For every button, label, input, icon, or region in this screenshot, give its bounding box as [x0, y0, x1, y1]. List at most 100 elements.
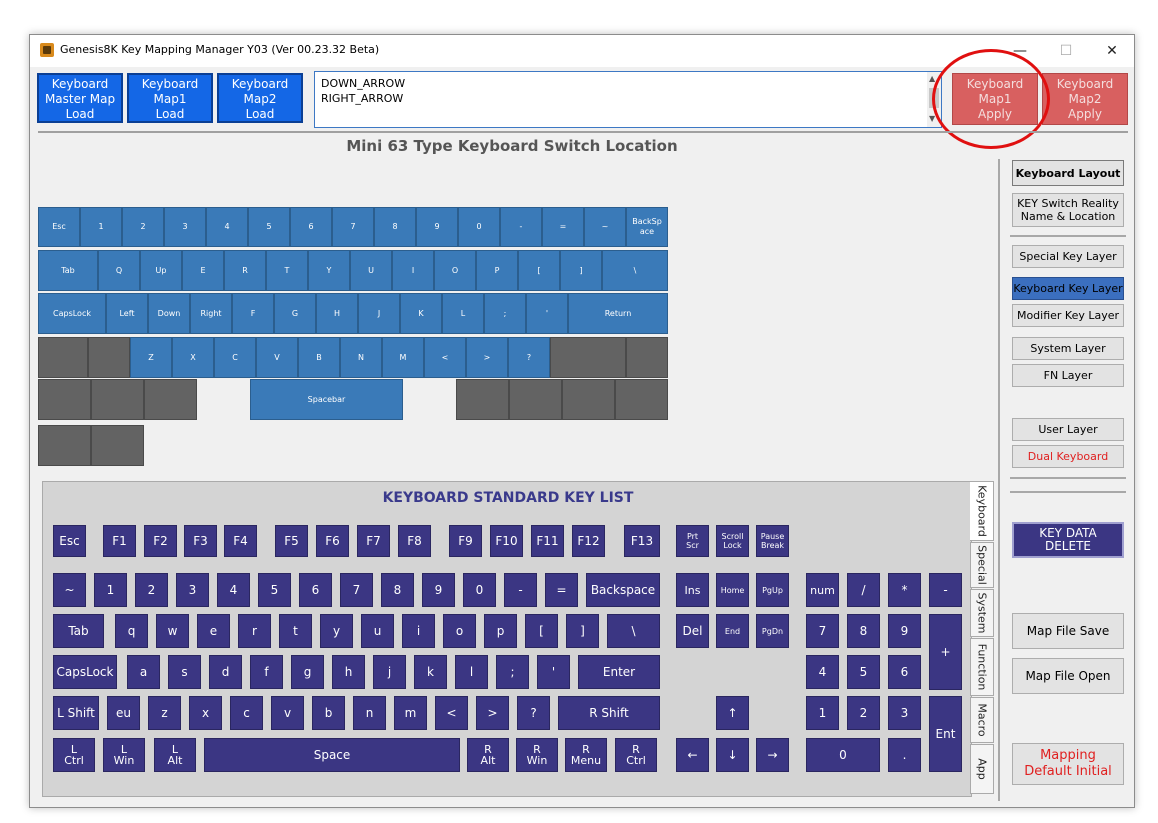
- std-key-f6[interactable]: F6: [316, 525, 349, 557]
- std-key-f13[interactable]: F13: [624, 525, 660, 557]
- layout-key[interactable]: R: [224, 250, 266, 291]
- std-key-num3[interactable]: 3: [888, 696, 921, 730]
- std-key[interactable]: 0: [463, 573, 496, 607]
- std-key[interactable]: 5: [258, 573, 291, 607]
- std-key[interactable]: d: [209, 655, 242, 689]
- map1-load-button[interactable]: Keyboard Map1 Load: [127, 73, 213, 123]
- layout-key[interactable]: Y: [308, 250, 350, 291]
- std-key-num-multiply[interactable]: *: [888, 573, 921, 607]
- tab-function[interactable]: Function: [970, 638, 994, 696]
- std-key-numlock[interactable]: num: [806, 573, 839, 607]
- layout-key[interactable]: 9: [416, 207, 458, 247]
- std-key-capslock[interactable]: CapsLock: [53, 655, 117, 689]
- std-key[interactable]: <: [435, 696, 468, 730]
- close-button[interactable]: ✕: [1090, 35, 1134, 67]
- layout-key[interactable]: 8: [374, 207, 416, 247]
- std-key[interactable]: w: [156, 614, 189, 648]
- layout-key[interactable]: 7: [332, 207, 374, 247]
- std-key[interactable]: q: [115, 614, 148, 648]
- layout-key[interactable]: Esc: [38, 207, 80, 247]
- std-key[interactable]: 2: [135, 573, 168, 607]
- layout-key[interactable]: M: [382, 337, 424, 378]
- std-key[interactable]: -: [504, 573, 537, 607]
- std-key[interactable]: v: [271, 696, 304, 730]
- map-file-save-button[interactable]: Map File Save: [1012, 613, 1124, 649]
- key-switch-reality-button[interactable]: KEY Switch Reality Name & Location: [1012, 193, 1124, 227]
- layout-key[interactable]: L: [442, 293, 484, 334]
- layout-key[interactable]: [: [518, 250, 560, 291]
- std-key-f2[interactable]: F2: [144, 525, 177, 557]
- layout-key[interactable]: Spacebar: [250, 379, 403, 420]
- std-key-end[interactable]: End: [716, 614, 749, 648]
- std-key-num5[interactable]: 5: [847, 655, 880, 689]
- layout-key[interactable]: J: [358, 293, 400, 334]
- layout-key[interactable]: P: [476, 250, 518, 291]
- std-key-down-arrow[interactable]: ↓: [716, 738, 749, 772]
- std-key[interactable]: [: [525, 614, 558, 648]
- std-key[interactable]: 8: [381, 573, 414, 607]
- layout-key[interactable]: Down: [148, 293, 190, 334]
- std-key-esc[interactable]: Esc: [53, 525, 86, 557]
- std-key-num-enter[interactable]: Ent: [929, 696, 962, 772]
- std-key-pause[interactable]: Pause Break: [756, 525, 789, 557]
- std-key-num-dot[interactable]: .: [888, 738, 921, 772]
- std-key-ins[interactable]: Ins: [676, 573, 709, 607]
- std-key-num9[interactable]: 9: [888, 614, 921, 648]
- layout-key[interactable]: =: [542, 207, 584, 247]
- std-key[interactable]: ]: [566, 614, 599, 648]
- layout-key[interactable]: 0: [458, 207, 500, 247]
- std-key-f4[interactable]: F4: [224, 525, 257, 557]
- std-key[interactable]: u: [361, 614, 394, 648]
- mapping-default-initial-button[interactable]: Mapping Default Initial: [1012, 743, 1124, 785]
- std-key-num-plus[interactable]: +: [929, 614, 962, 690]
- std-key-f10[interactable]: F10: [490, 525, 523, 557]
- std-key-num1[interactable]: 1: [806, 696, 839, 730]
- std-key[interactable]: z: [148, 696, 181, 730]
- std-key-left-arrow[interactable]: ←: [676, 738, 709, 772]
- std-key[interactable]: o: [443, 614, 476, 648]
- std-key-ralt[interactable]: R Alt: [467, 738, 509, 772]
- keyboard-key-layer-button[interactable]: Keyboard Key Layer: [1012, 277, 1124, 300]
- std-key-num-divide[interactable]: /: [847, 573, 880, 607]
- layout-key[interactable]: 6: [290, 207, 332, 247]
- std-key-backslash[interactable]: \: [607, 614, 660, 648]
- std-key[interactable]: 1: [94, 573, 127, 607]
- layout-key[interactable]: G: [274, 293, 316, 334]
- std-key[interactable]: p: [484, 614, 517, 648]
- std-key-pgdn[interactable]: PgDn: [756, 614, 789, 648]
- tab-special[interactable]: Special: [970, 542, 994, 588]
- std-key-rwin[interactable]: R Win: [516, 738, 558, 772]
- layout-key[interactable]: X: [172, 337, 214, 378]
- std-key-f8[interactable]: F8: [398, 525, 431, 557]
- layout-key[interactable]: B: [298, 337, 340, 378]
- dual-keyboard-button[interactable]: Dual Keyboard: [1012, 445, 1124, 468]
- layout-key[interactable]: -: [500, 207, 542, 247]
- std-key-del[interactable]: Del: [676, 614, 709, 648]
- std-key[interactable]: b: [312, 696, 345, 730]
- tab-app[interactable]: App: [970, 744, 994, 794]
- std-key[interactable]: j: [373, 655, 406, 689]
- layout-key[interactable]: C: [214, 337, 256, 378]
- std-key-num6[interactable]: 6: [888, 655, 921, 689]
- std-key[interactable]: g: [291, 655, 324, 689]
- tab-keyboard[interactable]: Keyboard: [970, 481, 994, 541]
- std-key-backspace[interactable]: Backspace: [586, 573, 660, 607]
- layout-key[interactable]: Tab: [38, 250, 98, 291]
- layout-key[interactable]: N: [340, 337, 382, 378]
- layout-key[interactable]: 4: [206, 207, 248, 247]
- layout-key[interactable]: 5: [248, 207, 290, 247]
- std-key-num-minus[interactable]: -: [929, 573, 962, 607]
- key-info-box[interactable]: DOWN_ARROW RIGHT_ARROW ▲ ▼: [314, 71, 942, 128]
- std-key-rshift[interactable]: R Shift: [558, 696, 660, 730]
- std-key-up-arrow[interactable]: ↑: [716, 696, 749, 730]
- key-data-delete-button[interactable]: KEY DATA DELETE: [1012, 522, 1124, 558]
- std-key[interactable]: 3: [176, 573, 209, 607]
- layout-key[interactable]: ?: [508, 337, 550, 378]
- layout-key[interactable]: BackSp ace: [626, 207, 668, 247]
- layout-key[interactable]: >: [466, 337, 508, 378]
- std-key-space[interactable]: Space: [204, 738, 460, 772]
- std-key[interactable]: eu: [107, 696, 140, 730]
- std-key-num2[interactable]: 2: [847, 696, 880, 730]
- layout-key[interactable]: ': [526, 293, 568, 334]
- std-key-tab[interactable]: Tab: [53, 614, 104, 648]
